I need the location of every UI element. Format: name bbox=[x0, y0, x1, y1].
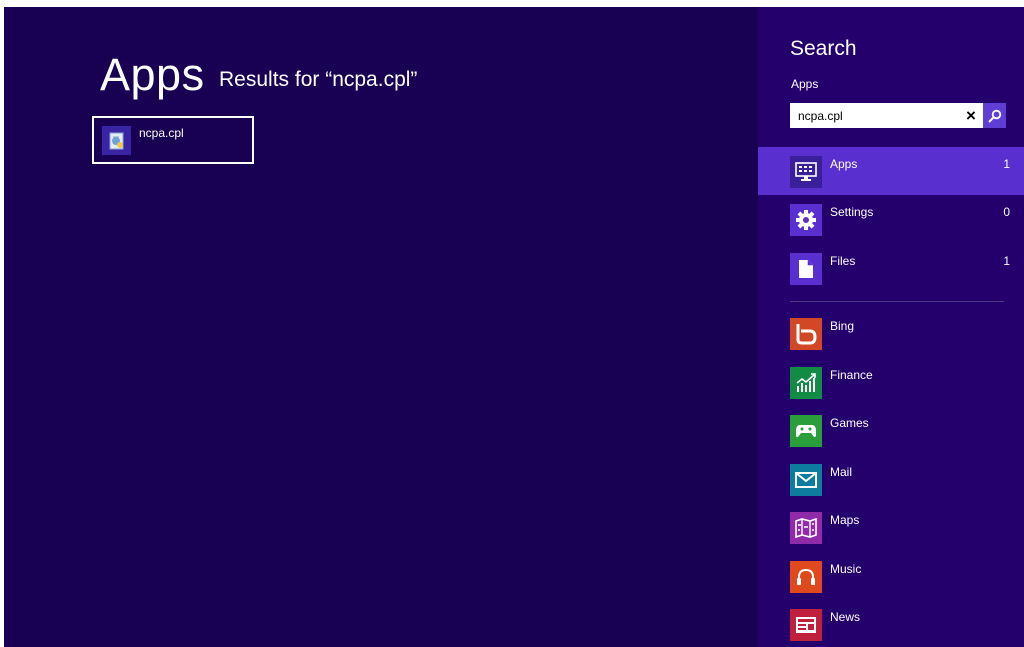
search-box: × bbox=[790, 103, 1006, 128]
maps-icon bbox=[790, 512, 822, 544]
games-icon bbox=[790, 415, 822, 447]
music-icon bbox=[790, 561, 822, 593]
scope-count: 0 bbox=[1003, 205, 1010, 219]
results-subtitle: Results for “ncpa.cpl” bbox=[219, 68, 418, 91]
divider bbox=[790, 301, 1004, 302]
app-label: Mail bbox=[830, 465, 853, 479]
scope-apps[interactable]: Apps 1 bbox=[758, 147, 1024, 195]
scope-count: 1 bbox=[1003, 254, 1010, 268]
app-games[interactable]: Games bbox=[758, 415, 1024, 463]
app-finance[interactable]: Finance bbox=[758, 367, 1024, 415]
app-news[interactable]: News bbox=[758, 609, 1024, 647]
app-label: News bbox=[830, 610, 861, 624]
scope-files[interactable]: Files 1 bbox=[758, 244, 1024, 292]
app-bing[interactable]: Bing bbox=[758, 318, 1024, 366]
file-icon bbox=[790, 253, 822, 285]
finance-icon bbox=[790, 367, 822, 399]
scope-label: Apps bbox=[830, 157, 858, 171]
search-icon bbox=[988, 109, 1001, 122]
gear-icon bbox=[790, 204, 822, 236]
app-mail[interactable]: Mail bbox=[758, 464, 1024, 512]
search-button[interactable] bbox=[983, 103, 1006, 128]
bing-icon bbox=[790, 318, 822, 350]
scope-label: Files bbox=[830, 254, 856, 268]
app-label: Music bbox=[830, 562, 862, 576]
clear-search-button[interactable]: × bbox=[962, 107, 980, 125]
app-music[interactable]: Music bbox=[758, 561, 1024, 609]
search-input[interactable] bbox=[790, 103, 954, 128]
search-scope-label: Apps bbox=[791, 77, 819, 91]
page-title: Apps bbox=[100, 49, 205, 100]
search-pane-title: Search bbox=[790, 37, 857, 60]
mail-icon bbox=[790, 464, 822, 496]
result-tile-ncpa[interactable]: ncpa.cpl bbox=[92, 116, 254, 164]
app-maps[interactable]: Maps bbox=[758, 512, 1024, 560]
apps-icon bbox=[790, 156, 822, 188]
scope-label: Settings bbox=[830, 205, 874, 219]
search-pane: Search Apps × Apps bbox=[758, 7, 1024, 647]
app-label: Finance bbox=[830, 368, 873, 382]
start-screen: Apps Results for “ncpa.cpl” ncpa.cpl Sea… bbox=[4, 7, 1024, 647]
scope-count: 1 bbox=[1003, 157, 1010, 171]
app-label: Games bbox=[830, 416, 869, 430]
news-icon bbox=[790, 609, 822, 641]
result-label: ncpa.cpl bbox=[139, 126, 184, 140]
scope-settings[interactable]: Settings 0 bbox=[758, 195, 1024, 243]
app-label: Maps bbox=[830, 513, 860, 527]
app-label: Bing bbox=[830, 319, 855, 333]
control-panel-applet-icon bbox=[102, 126, 131, 155]
